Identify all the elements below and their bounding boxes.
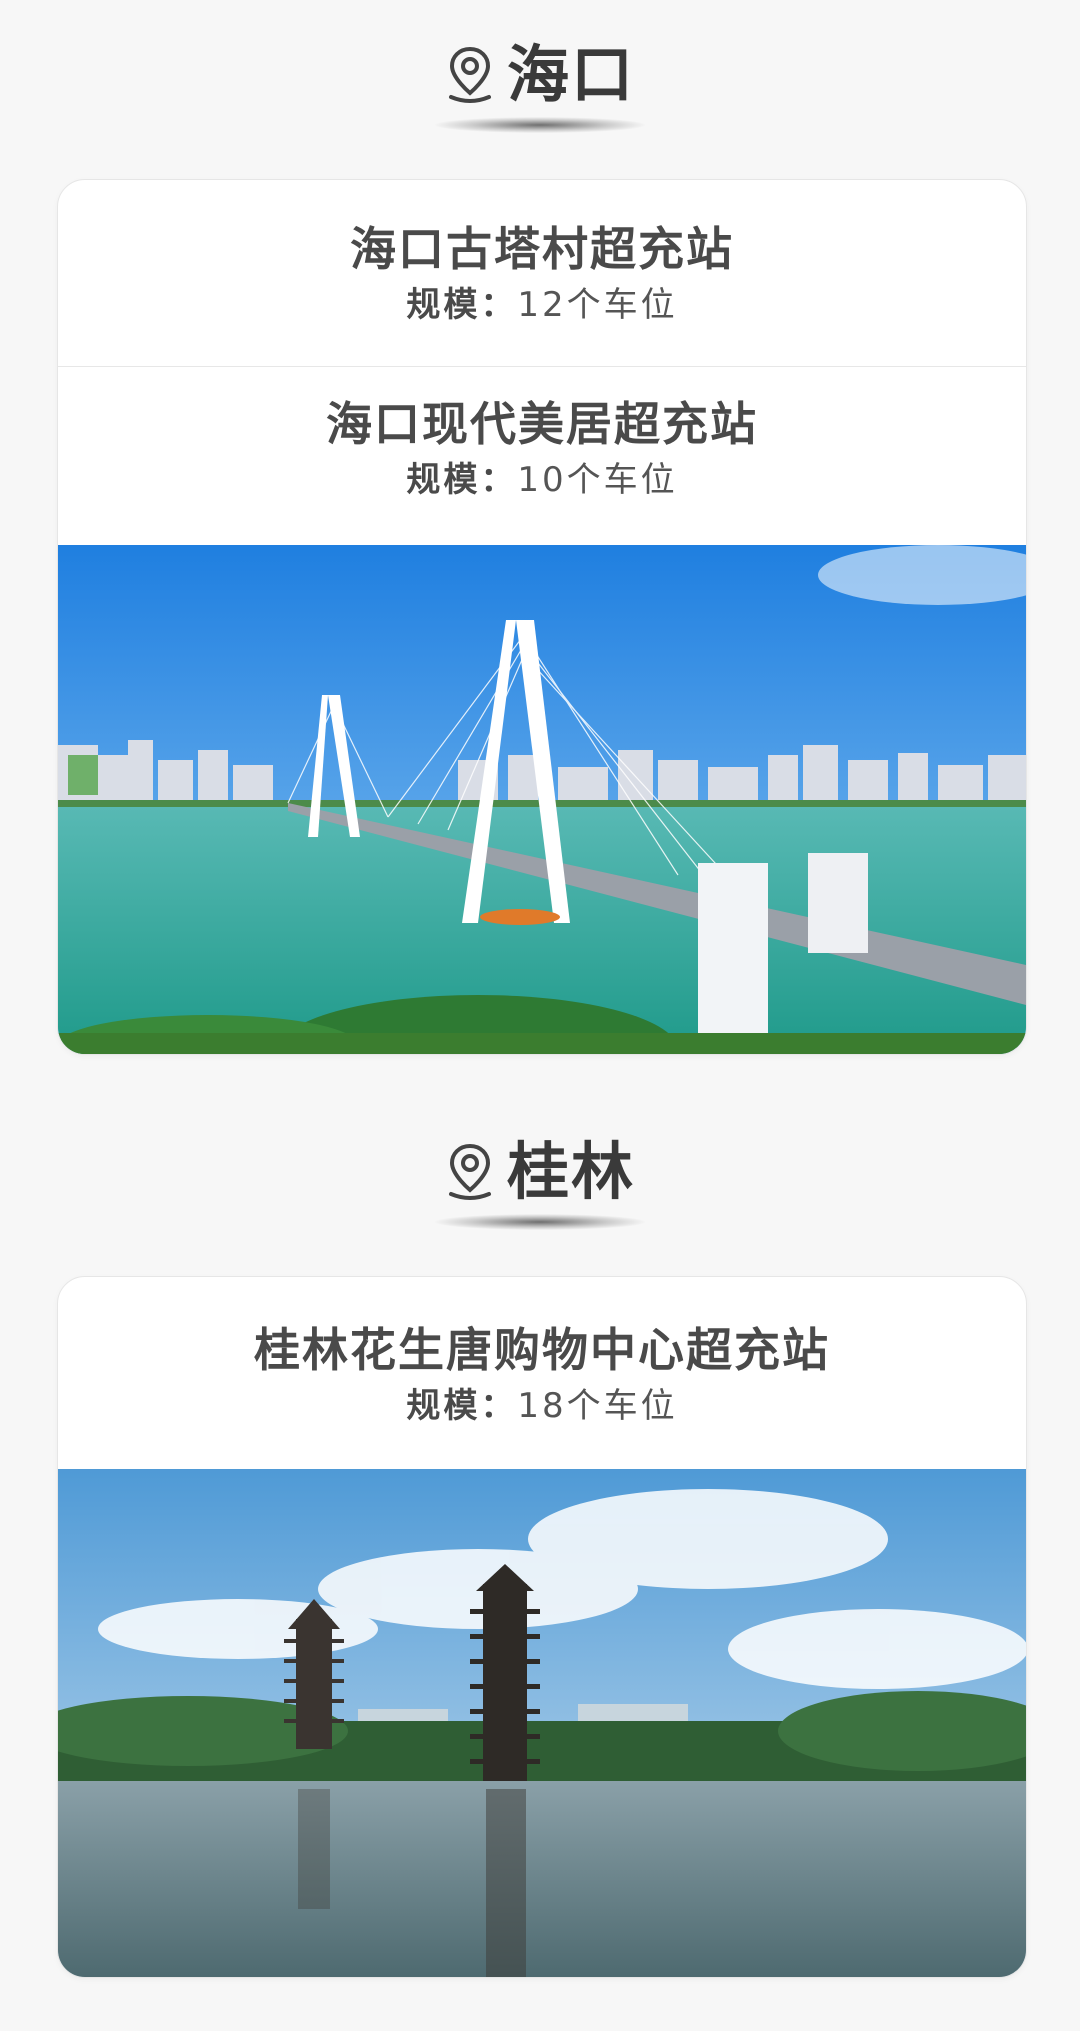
capacity-label: 规模：	[406, 460, 518, 501]
page: 海口 海口古塔村超充站 规模：12个车位 海口现代美居超充站 规模：10个车位	[0, 0, 1080, 2031]
location-pin-icon	[448, 46, 491, 103]
city-header-shadow	[435, 1214, 645, 1230]
station-item[interactable]: 海口现代美居超充站 规模：10个车位	[58, 367, 1026, 545]
station-capacity: 规模：12个车位	[58, 283, 1026, 327]
station-name: 桂林花生唐购物中心超充站	[254, 1323, 830, 1377]
city-header-shadow	[435, 117, 645, 133]
location-pin-icon	[448, 1143, 491, 1200]
capacity-value: 12个车位	[517, 285, 678, 326]
city-name: 海口	[506, 38, 635, 111]
guilin-pagoda-photo	[58, 1469, 1026, 1977]
capacity-label: 规模：	[406, 285, 518, 326]
station-capacity: 规模：10个车位	[58, 458, 1026, 502]
haikou-bridge-photo	[58, 545, 1026, 1054]
capacity-label: 规模：	[406, 1386, 518, 1427]
city-header-haikou: 海口	[0, 44, 1080, 106]
city-header-guilin: 桂林	[0, 1141, 1080, 1203]
station-name: 海口古塔村超充站	[350, 222, 734, 276]
capacity-value: 18个车位	[517, 1386, 678, 1427]
station-card-guilin[interactable]: 桂林花生唐购物中心超充站 规模：18个车位	[57, 1276, 1027, 1978]
station-card-haikou[interactable]: 海口古塔村超充站 规模：12个车位 海口现代美居超充站 规模：10个车位	[57, 179, 1027, 1055]
station-item[interactable]: 海口古塔村超充站 规模：12个车位	[58, 180, 1026, 367]
station-name: 海口现代美居超充站	[326, 397, 758, 451]
station-item[interactable]: 桂林花生唐购物中心超充站 规模：18个车位	[58, 1277, 1026, 1469]
capacity-value: 10个车位	[517, 460, 678, 501]
city-name: 桂林	[506, 1135, 635, 1208]
station-capacity: 规模：18个车位	[58, 1384, 1026, 1428]
